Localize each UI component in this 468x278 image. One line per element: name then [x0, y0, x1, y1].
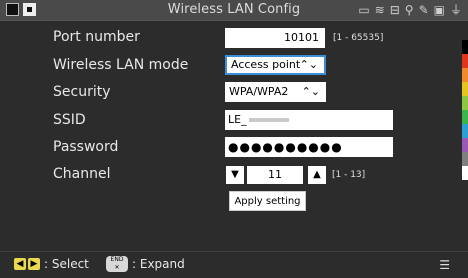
ssid-value: LE_	[228, 113, 247, 126]
battery-icon: ▭	[358, 3, 370, 17]
strip-segment	[462, 68, 468, 82]
wireless-mode-label: Wireless LAN mode	[53, 57, 189, 73]
password-input[interactable]: ●●●●●●●●●●	[225, 137, 393, 157]
port-range-hint: [1 - 65535]	[333, 33, 384, 43]
port-number-input[interactable]: 10101	[225, 28, 325, 48]
strip-segment	[462, 40, 468, 54]
tool-icon: ✎	[418, 3, 429, 17]
security-label: Security	[53, 84, 111, 100]
strip-segment	[462, 152, 468, 166]
left-arrow-icon: ◀	[14, 258, 26, 270]
chevron-updown-icon: ⌃⌄	[301, 85, 320, 98]
password-value: ●●●●●●●●●●	[228, 140, 343, 154]
right-arrow-icon: ▶	[28, 258, 40, 270]
end-key-icon: END ✕	[106, 256, 128, 272]
usb-icon: ⚲	[404, 3, 414, 17]
channel-up-button[interactable]: ▲	[308, 166, 326, 184]
status-icons: ▭ ≋ ⊟ ⚲ ✎ ▣ ⏚	[358, 2, 462, 18]
channel-value[interactable]: 11	[247, 166, 303, 184]
plug-icon: ⏚	[449, 3, 462, 17]
apply-setting-button[interactable]: Apply setting	[229, 191, 306, 211]
ssid-redacted	[248, 118, 289, 122]
channel-label: Channel	[53, 166, 111, 182]
menu-icon[interactable]: ☰	[439, 258, 450, 272]
select-hint: : Select	[44, 257, 89, 271]
strip-segment	[462, 138, 468, 152]
lock-icon: ▣	[433, 3, 445, 17]
title-bar: Wireless LAN Config ▭ ≋ ⊟ ⚲ ✎ ▣ ⏚	[0, 0, 468, 21]
expand-hint: : Expand	[132, 257, 185, 271]
chevron-updown-icon: ⌃⌄	[299, 58, 318, 71]
strip-segment	[462, 124, 468, 138]
wireless-mode-select[interactable]: Access point ⌃⌄	[225, 55, 326, 75]
footer-bar: ◀ ▶ : Select END ✕ : Expand ☰	[0, 251, 468, 278]
port-number-label: Port number	[53, 29, 140, 45]
security-value: WPA/WPA2	[229, 85, 289, 98]
strip-segment	[462, 96, 468, 110]
channel-down-button[interactable]: ▼	[226, 166, 244, 184]
end-key-bottom: ✕	[114, 264, 120, 271]
ssid-label: SSID	[53, 112, 86, 128]
strip-segment	[462, 54, 468, 68]
strip-segment	[462, 110, 468, 124]
wireless-mode-value: Access point	[231, 58, 301, 71]
strip-segment	[462, 82, 468, 96]
network-icon: ⊟	[389, 3, 400, 17]
security-select[interactable]: WPA/WPA2 ⌃⌄	[225, 82, 326, 102]
wifi-icon: ≋	[374, 3, 385, 17]
password-label: Password	[53, 139, 119, 155]
screen: Wireless LAN Config ▭ ≋ ⊟ ⚲ ✎ ▣ ⏚ Port n…	[0, 0, 468, 278]
channel-range-hint: [1 - 13]	[332, 170, 366, 180]
color-strip	[462, 40, 468, 180]
end-key-top: END	[110, 256, 124, 263]
strip-segment	[462, 166, 468, 180]
ssid-input[interactable]: LE_	[225, 110, 393, 130]
